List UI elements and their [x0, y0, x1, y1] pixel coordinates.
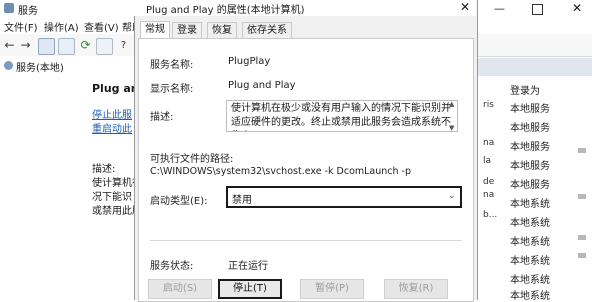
description-scroll-down-icon[interactable]: ▼: [449, 124, 454, 132]
tab-recovery[interactable]: 恢复: [207, 22, 237, 39]
pause-button[interactable]: 暂停(P): [300, 279, 364, 299]
list-item[interactable]: 本地系统: [510, 271, 550, 286]
tab-dependencies[interactable]: 依存关系: [242, 22, 292, 39]
exe-path-value: C:\WINDOWS\system32\svchost.exe -k DcomL…: [150, 166, 412, 177]
separator: [150, 240, 462, 241]
service-name-value: PlugPlay: [228, 56, 271, 67]
console-tree: 服务(本地): [0, 56, 91, 300]
services-app-icon: [4, 3, 14, 13]
list-item[interactable]: 本地服务: [510, 157, 550, 172]
tab-logon[interactable]: 登录: [172, 22, 202, 39]
menu-view[interactable]: 查看(V): [84, 19, 119, 34]
list-cell: b...: [483, 210, 498, 220]
service-status-value: 正在运行: [228, 261, 268, 272]
properties-icon[interactable]: [58, 38, 75, 55]
scrollbar-tick: [578, 194, 586, 199]
list-item[interactable]: 本地系统: [510, 214, 550, 229]
exe-path-label: 可执行文件的路径:: [150, 154, 234, 165]
startup-type-select[interactable]: 禁用 ⌄: [226, 186, 462, 208]
description-label: 描述:: [150, 112, 174, 123]
resume-button[interactable]: 恢复(R): [384, 279, 448, 299]
dialog-title: Plug and Play 的属性(本地计算机): [146, 5, 305, 16]
refresh-icon[interactable]: ⟳: [78, 38, 93, 53]
services-window-title: 服务: [18, 6, 38, 17]
startup-type-label: 启动类型(E):: [150, 196, 208, 207]
scrollbar-tick: [578, 235, 586, 240]
list-cell: la: [483, 156, 492, 166]
window-controls: — ✕: [476, 0, 592, 18]
list-item[interactable]: 本地服务: [510, 100, 550, 115]
detail-desc-line-2: 况下能识: [92, 192, 132, 203]
list-header-logon-as[interactable]: 登录为: [510, 82, 540, 97]
scrollbar-tick: [578, 253, 586, 258]
help-icon[interactable]: ?: [116, 38, 131, 53]
list-item[interactable]: 本地服务: [510, 119, 550, 134]
maximize-button[interactable]: [532, 4, 543, 15]
services-tree-icon: [4, 61, 13, 70]
list-item[interactable]: 本地系统: [510, 233, 550, 248]
detail-restart-link[interactable]: 重启动此: [92, 120, 132, 135]
list-cell: na: [483, 138, 495, 148]
forward-arrow-icon[interactable]: →: [18, 38, 33, 53]
back-arrow-icon[interactable]: ←: [2, 38, 17, 53]
show-console-tree-icon[interactable]: [38, 38, 55, 55]
stop-button[interactable]: 停止(T): [218, 279, 282, 299]
list-cell: na: [483, 190, 495, 200]
startup-type-value: 禁用: [232, 195, 252, 206]
detail-desc-label: 描述:: [92, 164, 116, 175]
minimize-button[interactable]: —: [494, 2, 505, 15]
list-item[interactable]: 本地系统: [510, 195, 550, 210]
list-cell: ris: [483, 100, 494, 110]
display-name-value: Plug and Play: [228, 80, 296, 91]
service-detail-pane: Plug and 停止此服 重启动此 描述: 使计算机在 况下能识 或禁用此服: [90, 56, 147, 300]
display-name-label: 显示名称:: [150, 84, 194, 95]
list-item[interactable]: 本地系统: [510, 252, 550, 267]
chevron-down-icon: ⌄: [448, 191, 456, 201]
list-cell: de: [483, 177, 495, 187]
description-scroll-up-icon[interactable]: ▲: [449, 100, 454, 108]
service-status-label: 服务状态:: [150, 261, 194, 272]
menu-action[interactable]: 操作(A): [44, 19, 79, 34]
description-text-box[interactable]: 使计算机在极少或没有用户输入的情况下能识别并适应硬件的更改。终止或禁用此服务会造…: [226, 100, 458, 132]
dialog-titlebar: Plug and Play 的属性(本地计算机) ✕: [134, 0, 476, 16]
list-item[interactable]: 本地服务: [510, 138, 550, 153]
service-name-label: 服务名称:: [150, 60, 194, 71]
detail-stop-link[interactable]: 停止此服: [92, 106, 132, 121]
menu-file[interactable]: 文件(F): [4, 19, 38, 34]
export-list-icon[interactable]: [96, 38, 113, 55]
scrollbar-tick: [578, 148, 586, 153]
close-button[interactable]: ✕: [572, 1, 582, 15]
list-item[interactable]: 本地服务: [510, 176, 550, 191]
dialog-close-button[interactable]: ✕: [460, 0, 470, 14]
tree-item-services-local[interactable]: 服务(本地): [16, 59, 64, 74]
start-button[interactable]: 启动(S): [148, 279, 212, 299]
